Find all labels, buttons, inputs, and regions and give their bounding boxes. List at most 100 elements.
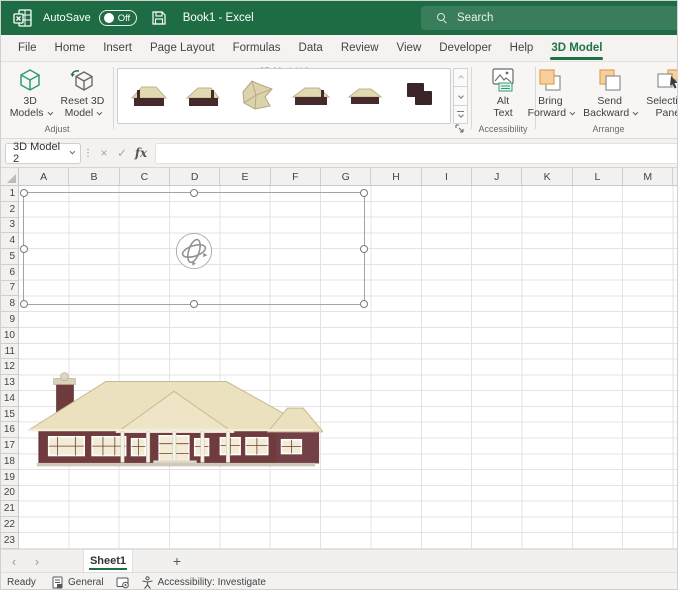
button-label: Backward xyxy=(583,107,630,119)
row-header-20[interactable]: 20 xyxy=(1,486,18,502)
row-header-13[interactable]: 13 xyxy=(1,375,18,391)
ribbon-tab-insert[interactable]: Insert xyxy=(94,35,141,61)
autosave-state: Off xyxy=(117,12,131,24)
column-header-e[interactable]: E xyxy=(220,168,271,185)
selection-pane-button[interactable]: Selection Pane xyxy=(641,64,678,119)
row-header-7[interactable]: 7 xyxy=(1,281,18,297)
cube-3d-icon xyxy=(20,69,40,91)
sheet-tab-sheet1[interactable]: Sheet1 xyxy=(83,550,133,572)
name-box[interactable]: 3D Model 2 xyxy=(5,141,81,165)
column-header-j[interactable]: J xyxy=(472,168,523,185)
row-header-11[interactable]: 11 xyxy=(1,344,18,360)
row-header-18[interactable]: 18 xyxy=(1,454,18,470)
search-icon xyxy=(437,13,447,23)
gallery-more-button[interactable] xyxy=(453,104,468,124)
row-header-15[interactable]: 15 xyxy=(1,407,18,423)
gallery-scroll-up-button[interactable] xyxy=(453,68,468,87)
row-header-16[interactable]: 16 xyxy=(1,422,18,439)
selection-handle-bottom-left[interactable] xyxy=(20,300,28,308)
ribbon-tab-review[interactable]: Review xyxy=(332,35,388,61)
row-header-10[interactable]: 10 xyxy=(1,328,18,344)
dialog-launcher-icon[interactable] xyxy=(455,124,465,134)
macro-record-button[interactable] xyxy=(110,573,135,589)
formula-bar-grip-icon: ⋮ xyxy=(83,147,93,159)
column-header-m[interactable]: M xyxy=(623,168,674,185)
selection-handle-bottom-right[interactable] xyxy=(360,300,368,308)
column-header-i[interactable]: I xyxy=(422,168,473,185)
ribbon-tab-developer[interactable]: Developer xyxy=(430,35,500,61)
selection-handle-top-right[interactable] xyxy=(360,189,368,197)
ribbon-tab-file[interactable]: File xyxy=(9,35,46,61)
column-header-l[interactable]: L xyxy=(573,168,624,185)
reset-3d-model-button[interactable]: Reset 3D Model xyxy=(56,64,110,119)
enter-button[interactable]: ✓ xyxy=(113,146,131,160)
ribbon-tab-page-layout[interactable]: Page Layout xyxy=(141,35,224,61)
row-header-17[interactable]: 17 xyxy=(1,438,18,455)
formula-input[interactable] xyxy=(155,142,677,164)
ribbon-tab-3d-model[interactable]: 3D Model xyxy=(542,35,611,61)
new-sheet-button[interactable]: + xyxy=(165,550,189,572)
ribbon-tab-home[interactable]: Home xyxy=(46,35,95,61)
ribbon-group-3d-model-views: 3D Model Views xyxy=(115,64,469,136)
model-view-house-top[interactable] xyxy=(235,74,279,118)
ribbon-tab-help[interactable]: Help xyxy=(501,35,543,61)
ribbon-tab-view[interactable]: View xyxy=(388,35,431,61)
sheet-nav-right-icon[interactable]: › xyxy=(27,550,47,572)
column-header-d[interactable]: D xyxy=(170,168,221,185)
row-header-2[interactable]: 2 xyxy=(1,202,18,218)
row-header-4[interactable]: 4 xyxy=(1,233,18,250)
row-header-19[interactable]: 19 xyxy=(1,470,18,486)
column-header-a[interactable]: A xyxy=(19,168,70,185)
row-header-5[interactable]: 5 xyxy=(1,249,18,265)
row-header-23[interactable]: 23 xyxy=(1,533,18,549)
column-header-k[interactable]: K xyxy=(522,168,573,185)
row-header-8[interactable]: 8 xyxy=(1,296,18,313)
bring-forward-button[interactable]: Bring Forward xyxy=(523,64,579,119)
group-label-adjust: Adjust xyxy=(44,124,70,134)
row-header-12[interactable]: 12 xyxy=(1,359,18,376)
send-backward-button[interactable]: Send Backward xyxy=(578,64,641,119)
model-view-house-bottom[interactable] xyxy=(397,74,441,118)
selection-handle-middle-right[interactable] xyxy=(360,244,368,253)
selection-handle-top-left[interactable] xyxy=(20,189,28,197)
gallery-scroll-down-button[interactable] xyxy=(453,86,468,105)
3d-models-button[interactable]: 3D Models xyxy=(5,64,56,119)
model-view-house-left-side[interactable] xyxy=(181,74,225,118)
house-3d-model-selected[interactable] xyxy=(27,368,323,471)
sensitivity-indicator[interactable]: General xyxy=(45,573,110,589)
select-all-button[interactable] xyxy=(1,168,19,186)
save-icon[interactable] xyxy=(151,10,167,26)
row-header-6[interactable]: 6 xyxy=(1,265,18,281)
excel-window: AutoSave Off Book1 - Excel Search File Ho… xyxy=(0,0,678,590)
column-header-g[interactable]: G xyxy=(321,168,372,185)
model-view-house-front[interactable] xyxy=(289,74,333,118)
column-header-f[interactable]: F xyxy=(271,168,322,185)
cancel-button[interactable]: × xyxy=(95,146,113,160)
row-header-1[interactable]: 1 xyxy=(1,186,18,202)
column-header-h[interactable]: H xyxy=(371,168,422,185)
ribbon-tab-formulas[interactable]: Formulas xyxy=(224,35,290,61)
search-box[interactable]: Search xyxy=(421,6,677,30)
column-header-b[interactable]: B xyxy=(69,168,120,185)
insert-function-button[interactable]: fx xyxy=(131,146,151,160)
button-label: Selection xyxy=(646,95,678,107)
column-header-c[interactable]: C xyxy=(120,168,171,185)
row-header-22[interactable]: 22 xyxy=(1,517,18,533)
row-header-3[interactable]: 3 xyxy=(1,218,18,234)
row-header-14[interactable]: 14 xyxy=(1,391,18,407)
autosave-toggle[interactable]: Off xyxy=(98,10,137,26)
selection-handle-middle-left[interactable] xyxy=(20,244,28,253)
model-view-house-right-side[interactable] xyxy=(127,74,171,118)
accessibility-status[interactable]: Accessibility: Investigate xyxy=(135,573,272,589)
row-header-9[interactable]: 9 xyxy=(1,312,18,328)
selection-handle-bottom-middle[interactable] xyxy=(190,300,198,308)
alt-text-icon xyxy=(492,68,514,92)
alt-text-button[interactable]: Alt Text xyxy=(485,64,521,119)
ribbon-tab-data[interactable]: Data xyxy=(290,35,332,61)
ribbon-group-arrange: Bring Forward Send Backward Selecti Pane… xyxy=(528,64,678,136)
sheet-nav-left-icon[interactable]: ‹ xyxy=(1,550,27,572)
row-header-21[interactable]: 21 xyxy=(1,501,18,518)
selection-handle-top-middle[interactable] xyxy=(190,189,198,197)
model-view-house-back[interactable] xyxy=(343,74,387,118)
rotate-3d-handle[interactable] xyxy=(175,232,213,270)
